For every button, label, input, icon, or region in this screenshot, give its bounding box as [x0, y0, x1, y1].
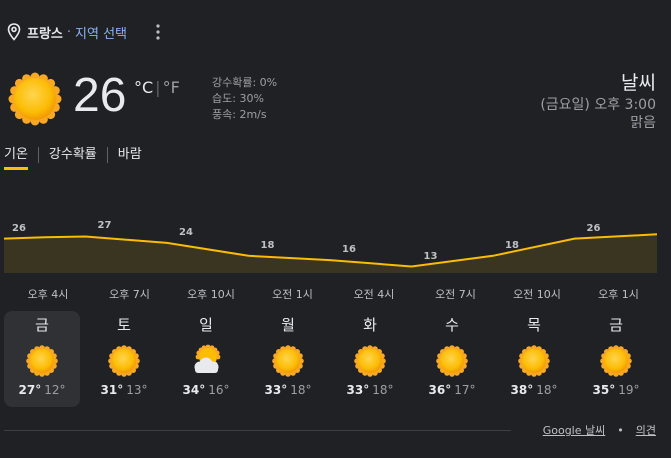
- partly-cloudy-icon: [194, 344, 221, 373]
- day-card-1[interactable]: 토 31° 13°: [86, 311, 162, 407]
- sun-icon: [272, 345, 304, 377]
- hour-label: 오후 7시: [109, 288, 150, 301]
- hour-label: 오후 4시: [27, 288, 69, 301]
- low-temp: 12°: [44, 383, 66, 397]
- high-temp: 33°: [346, 383, 370, 397]
- unit-switcher: °C | °F: [134, 78, 180, 97]
- day-card-3[interactable]: 월 33° 18°: [250, 311, 326, 407]
- sun-icon: [518, 345, 550, 377]
- chart-value-label: 13: [423, 250, 438, 262]
- high-temp: 38°: [510, 383, 534, 397]
- sun-icon: [354, 345, 386, 377]
- day-temperatures: 36° 17°: [414, 383, 490, 397]
- day-card-4[interactable]: 화 33° 18°: [332, 311, 408, 407]
- chart-tabs: 기온 강수확률 바람: [4, 146, 142, 170]
- location-country[interactable]: 프랑스: [27, 23, 63, 42]
- day-temperatures: 31° 13°: [86, 383, 162, 397]
- high-temp: 36°: [428, 383, 452, 397]
- day-card-2[interactable]: 일 34° 16°: [168, 311, 244, 407]
- low-temp: 18°: [372, 383, 394, 397]
- day-name: 일: [199, 316, 213, 334]
- weather-header: 날씨 (금요일) 오후 3:00 맑음: [540, 70, 656, 132]
- sun-icon: [600, 345, 632, 377]
- sun-icon: [436, 345, 468, 377]
- day-name: 월: [281, 316, 295, 334]
- low-temp: 13°: [126, 383, 148, 397]
- precipitation-text: 강수확률: 0%: [212, 76, 278, 89]
- day-temperatures: 34° 16°: [168, 383, 244, 397]
- chart-value-label: 18: [505, 239, 519, 251]
- hour-label: 오전 10시: [513, 288, 561, 301]
- day-card-0[interactable]: 금 27° 12°: [4, 311, 80, 407]
- footer-bullet: •: [617, 423, 624, 437]
- daily-forecast: 금 27° 12° 토 31° 13° 일 34° 16° 월 33° 18° 화 33° 18° 수 36° 1…: [4, 311, 659, 407]
- day-temperatures: 33° 18°: [250, 383, 326, 397]
- humidity-text: 습도: 30%: [212, 92, 264, 105]
- tab-divider: [37, 147, 39, 163]
- high-temp: 31°: [100, 383, 124, 397]
- chart-value-label: 24: [179, 226, 193, 238]
- chart-value-label: 26: [586, 222, 601, 234]
- tab-precipitation[interactable]: 강수확률: [49, 146, 97, 170]
- more-options-icon[interactable]: [152, 22, 164, 42]
- celsius-toggle[interactable]: °C: [134, 78, 153, 97]
- google-weather-link[interactable]: Google 날씨: [543, 422, 606, 438]
- current-condition: 맑음: [630, 115, 656, 131]
- day-card-7[interactable]: 금 35° 19°: [578, 311, 654, 407]
- location-separator: ·: [66, 24, 72, 40]
- sun-icon: [8, 72, 62, 126]
- tab-divider: [106, 147, 108, 163]
- low-temp: 17°: [454, 383, 476, 397]
- day-temperatures: 27° 12°: [4, 383, 80, 397]
- day-name: 금: [35, 316, 49, 334]
- weather-title: 날씨: [621, 72, 656, 94]
- low-temp: 16°: [208, 383, 230, 397]
- feedback-link[interactable]: 의견: [636, 422, 656, 438]
- day-card-6[interactable]: 목 38° 18°: [496, 311, 572, 407]
- hour-label: 오전 4시: [353, 288, 395, 301]
- chart-value-label: 27: [97, 220, 112, 232]
- day-name: 화: [363, 316, 377, 334]
- hour-label: 오후 1시: [598, 288, 639, 301]
- day-name: 수: [445, 316, 459, 334]
- chart-value-label: 26: [12, 222, 26, 234]
- tab-wind[interactable]: 바람: [118, 146, 142, 170]
- day-card-5[interactable]: 수 36° 17°: [414, 311, 490, 407]
- high-temp: 34°: [182, 383, 206, 397]
- choose-location-link[interactable]: 지역 선택: [75, 23, 127, 42]
- chart-value-label: 18: [260, 239, 275, 251]
- day-name: 목: [527, 316, 541, 334]
- low-temp: 19°: [618, 383, 640, 397]
- current-time: (금요일) 오후 3:00: [540, 97, 656, 113]
- hour-label: 오전 7시: [435, 288, 476, 301]
- hour-label: 오전 1시: [272, 288, 313, 301]
- sun-icon: [108, 345, 140, 377]
- day-temperatures: 35° 19°: [578, 383, 654, 397]
- fahrenheit-toggle[interactable]: °F: [163, 78, 180, 97]
- wind-text: 풍속: 2m/s: [212, 108, 267, 121]
- location-bar: 프랑스 · 지역 선택: [7, 22, 127, 42]
- high-temp: 35°: [592, 383, 616, 397]
- day-temperatures: 33° 18°: [332, 383, 408, 397]
- weather-details: 강수확률: 0% 습도: 30% 풍속: 2m/s: [212, 75, 277, 123]
- tab-temperature[interactable]: 기온: [4, 146, 28, 170]
- sun-icon: [26, 345, 58, 377]
- high-temp: 27°: [18, 383, 42, 397]
- hour-label: 오후 10시: [187, 288, 235, 301]
- current-temperature: 26: [73, 69, 127, 122]
- high-temp: 33°: [264, 383, 288, 397]
- day-name: 토: [117, 316, 131, 334]
- day-temperatures: 38° 18°: [496, 383, 572, 397]
- temperature-chart: 26 27 24 18 16 13 18 26: [0, 210, 671, 280]
- footer: Google 날씨 • 의견: [543, 422, 656, 438]
- location-pin-icon: [7, 23, 21, 41]
- low-temp: 18°: [290, 383, 312, 397]
- day-name: 금: [609, 316, 623, 334]
- low-temp: 18°: [536, 383, 558, 397]
- chart-value-label: 16: [342, 244, 356, 256]
- footer-divider: [4, 430, 511, 431]
- hour-labels: 오후 4시 오후 7시 오후 10시 오전 1시 오전 4시 오전 7시 오전 10시 오후 …: [0, 286, 671, 302]
- unit-separator: |: [155, 78, 161, 97]
- chart-area: [4, 234, 657, 273]
